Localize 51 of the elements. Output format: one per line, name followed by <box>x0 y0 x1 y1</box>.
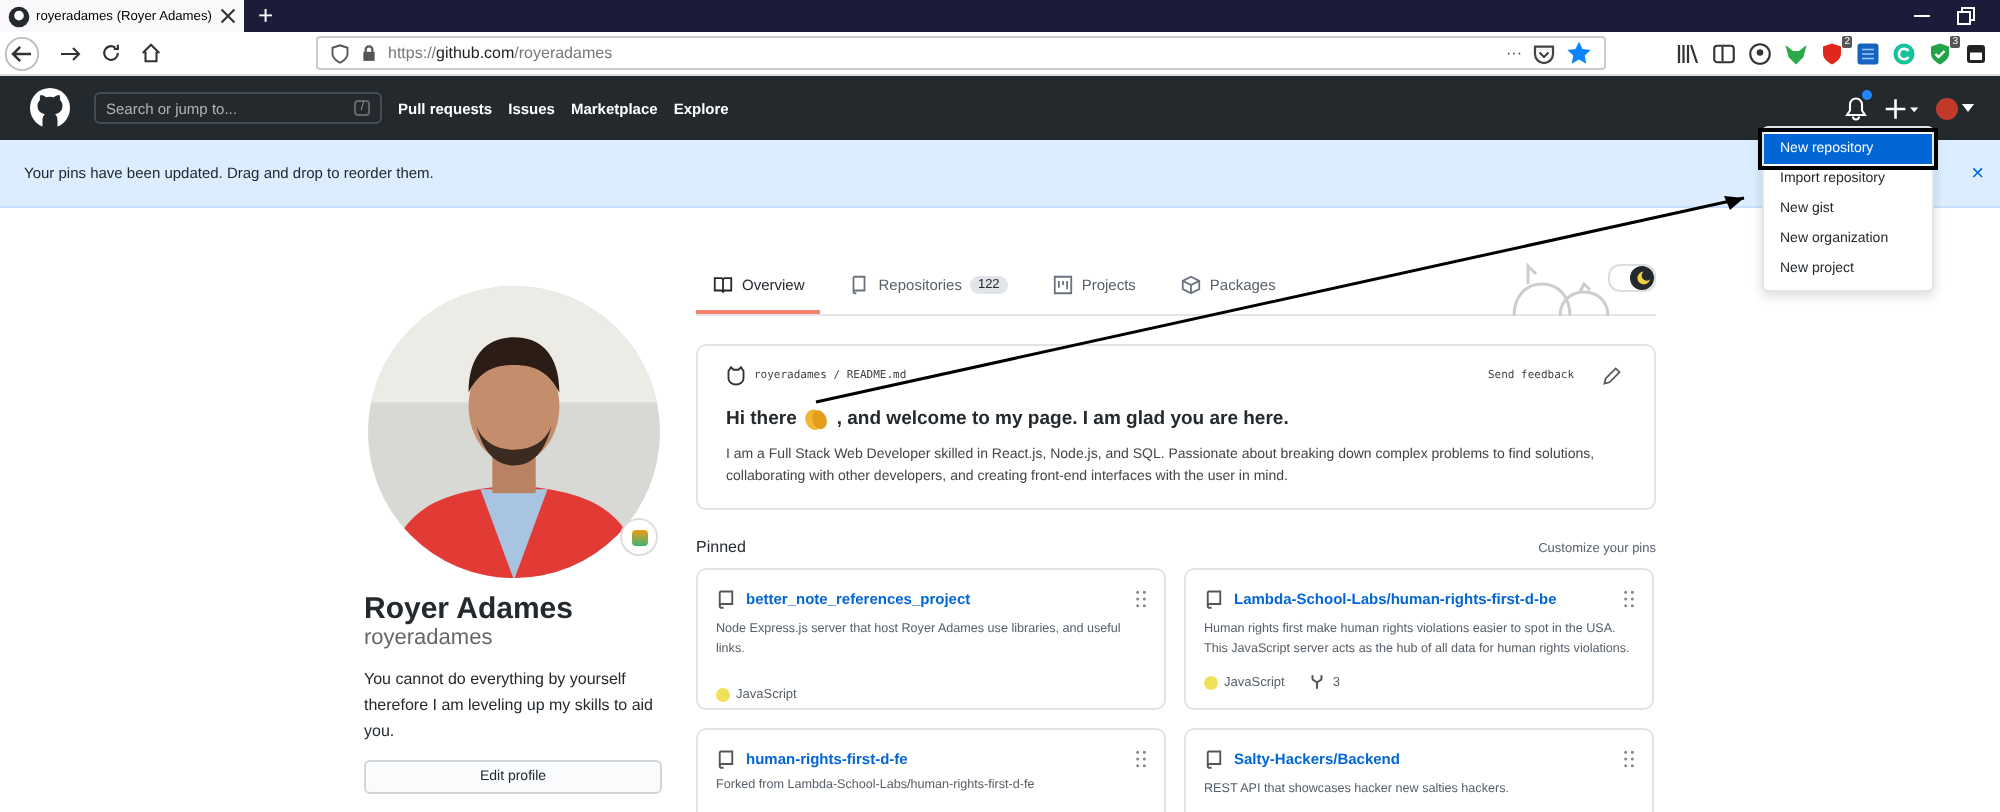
repo-icon <box>716 588 736 610</box>
readme-heading-start: Hi there <box>726 407 797 429</box>
forward-icon[interactable] <box>58 41 82 65</box>
drag-handle-icon[interactable] <box>1136 590 1146 608</box>
reload-icon[interactable] <box>100 42 122 64</box>
profile-bio: You cannot do everything by yourself therefore I am leveling up my skills to aid you. <box>364 668 656 744</box>
shield-icon <box>330 43 350 63</box>
pencil-icon[interactable] <box>1602 366 1622 386</box>
account-icon[interactable] <box>1748 41 1772 65</box>
close-icon[interactable] <box>220 8 236 24</box>
drag-handle-icon[interactable] <box>1624 590 1634 608</box>
moon-icon <box>1634 270 1650 286</box>
book-icon <box>712 273 734 295</box>
plus-dropdown-icon[interactable] <box>1884 95 1920 121</box>
pinned-heading: Pinned <box>696 538 746 556</box>
page-actions-menu[interactable]: ··· <box>1506 44 1522 62</box>
pocket-icon[interactable] <box>1532 41 1556 65</box>
dark-mode-toggle[interactable] <box>1608 264 1656 292</box>
github-logo-icon[interactable] <box>30 88 70 128</box>
sidebar-icon[interactable] <box>1712 41 1736 65</box>
repo-icon <box>1204 588 1224 610</box>
repo-icon <box>1204 748 1224 770</box>
drag-handle-icon[interactable] <box>1136 750 1146 768</box>
back-icon[interactable] <box>4 35 40 71</box>
avatar-dropdown[interactable] <box>1936 97 1974 119</box>
shield-icon[interactable] <box>1820 41 1844 65</box>
repo-icon <box>848 273 871 295</box>
star-icon[interactable] <box>1566 40 1592 66</box>
library-icon[interactable] <box>1676 41 1700 65</box>
restore-icon[interactable] <box>1956 6 1976 26</box>
bell-icon[interactable] <box>1844 95 1868 121</box>
box-icon[interactable] <box>1964 41 1988 65</box>
close-button[interactable]: × <box>1971 161 1984 185</box>
project-icon <box>1051 273 1074 295</box>
grid-icon[interactable] <box>1856 41 1880 65</box>
new-tab-button[interactable]: + <box>258 0 274 32</box>
drag-handle-icon[interactable] <box>1624 750 1634 768</box>
package-icon <box>1179 273 1202 295</box>
fox-icon[interactable] <box>1784 41 1808 65</box>
readme-heading-end: , and welcome to my page. I am glad you are here. <box>836 407 1289 429</box>
fork-icon <box>1308 672 1327 692</box>
profile-name: Royer Adames <box>364 592 575 626</box>
url-text: https://github.com/royeradames <box>388 44 613 62</box>
lock-icon <box>360 44 378 62</box>
caret-icon <box>1962 104 1974 112</box>
address-bar[interactable]: https://github.com/royeradames ··· <box>316 36 1606 70</box>
check-shield-icon[interactable] <box>1928 41 1952 65</box>
home-icon[interactable] <box>140 42 162 64</box>
repo-icon <box>716 748 736 770</box>
status-emoji-icon[interactable] <box>620 518 658 556</box>
profile-username: royeradames <box>364 626 495 650</box>
